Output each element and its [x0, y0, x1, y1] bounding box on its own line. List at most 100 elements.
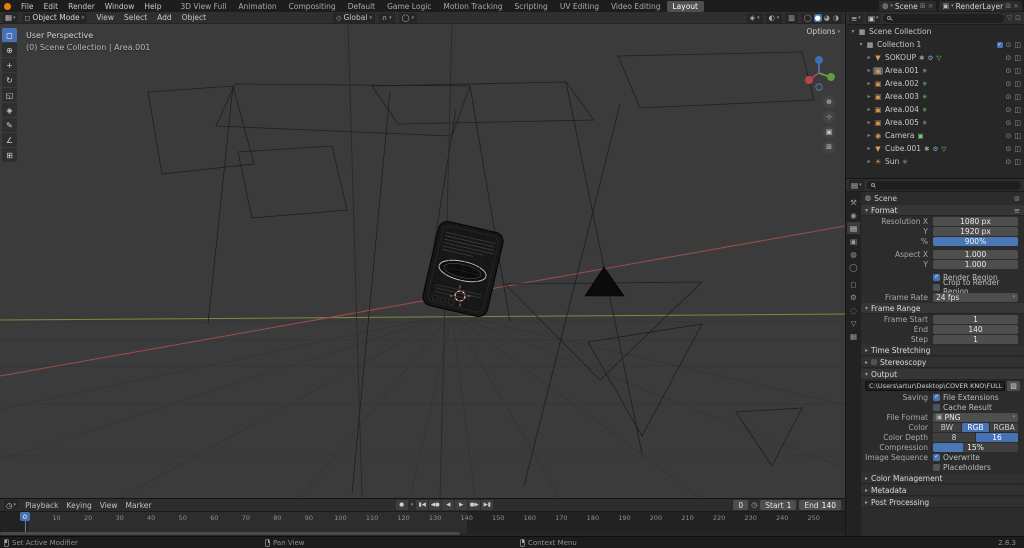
- workspace-tab[interactable]: Video Editing: [605, 1, 667, 12]
- checkbox[interactable]: [933, 464, 940, 471]
- perspective-toggle-icon[interactable]: ⊞: [823, 141, 835, 153]
- section-output[interactable]: ▾ Output: [861, 369, 1024, 380]
- render-toggle-icon[interactable]: ◫: [1014, 93, 1021, 101]
- outliner-item-collection-1[interactable]: ▾▦Collection 1✓⊙◫: [846, 38, 1024, 51]
- disclosure-icon[interactable]: ▸: [865, 67, 873, 74]
- exclude-checkbox[interactable]: ✓: [997, 42, 1003, 48]
- viewport-menu-item[interactable]: Add: [152, 13, 177, 22]
- scale-tool[interactable]: ◱: [2, 88, 17, 102]
- disclosure-icon[interactable]: ▸: [865, 54, 873, 61]
- render-toggle-icon[interactable]: ◫: [1014, 80, 1021, 88]
- timeline-menu-item[interactable]: Playback: [21, 501, 62, 510]
- z-axis-negative-handle[interactable]: [816, 84, 822, 90]
- orientation-dropdown[interactable]: ◇ Global ▾: [333, 13, 375, 23]
- disclosure-icon[interactable]: ▸: [865, 80, 873, 87]
- workspace-tab[interactable]: Motion Tracking: [437, 1, 508, 12]
- add-cube-tool[interactable]: ⊞: [2, 148, 17, 162]
- segment-option[interactable]: BW: [933, 423, 961, 432]
- collapsed-section[interactable]: ▸ Time Stretching: [861, 345, 1024, 356]
- overwrite-checkbox[interactable]: ✓ Overwrite: [933, 453, 1018, 462]
- x-axis-handle[interactable]: [805, 76, 813, 84]
- workspace-tab[interactable]: 3D View Full: [174, 1, 232, 12]
- close-icon[interactable]: ×: [1013, 2, 1019, 10]
- menu-item[interactable]: Help: [139, 2, 166, 11]
- workspace-tab[interactable]: Layout: [667, 1, 705, 12]
- timeline-scrollbar[interactable]: [0, 532, 460, 535]
- end-frame-field[interactable]: End 140: [799, 500, 841, 510]
- number-field[interactable]: 1920 px: [933, 227, 1018, 236]
- pan-icon[interactable]: ⊹: [823, 111, 835, 123]
- timeline-menu-item[interactable]: View: [96, 501, 122, 510]
- tab-modifiers[interactable]: ⚙: [847, 291, 860, 303]
- jump-to-start-button[interactable]: ▮◀: [416, 500, 428, 510]
- play-button[interactable]: ▶: [455, 500, 467, 510]
- timeline-menu-item[interactable]: Keying: [63, 501, 96, 510]
- outliner-item-camera[interactable]: ▸◉Camera▣⊙◫: [846, 129, 1024, 142]
- viewport-menu-item[interactable]: Select: [119, 13, 152, 22]
- pin-icon[interactable]: ⊚: [1014, 194, 1020, 203]
- outliner-item-area-003[interactable]: ▸▣Area.003✳⊙◫: [846, 90, 1024, 103]
- number-field[interactable]: 140: [933, 325, 1018, 334]
- menu-item[interactable]: File: [16, 2, 39, 11]
- options-dropdown[interactable]: Options ▾: [807, 27, 840, 36]
- render-toggle-icon[interactable]: ◫: [1014, 132, 1021, 140]
- render-toggle-icon[interactable]: ◫: [1014, 54, 1021, 62]
- tab-scene[interactable]: ◍: [847, 248, 860, 260]
- playhead-badge[interactable]: 0: [20, 512, 30, 521]
- eye-icon[interactable]: ⊙: [1006, 119, 1012, 127]
- collapsed-section[interactable]: ▸ Post Processing: [861, 497, 1024, 508]
- snapping-toggle[interactable]: ∩ ▾: [379, 13, 395, 23]
- tab-physics[interactable]: ◌: [847, 304, 860, 316]
- file-extensions-checkbox[interactable]: ✓ File Extensions: [933, 393, 1018, 402]
- blender-logo-icon[interactable]: [4, 3, 11, 10]
- checkbox[interactable]: ✓: [933, 394, 940, 401]
- editor-type-dropdown[interactable]: ▤ ▾: [849, 180, 864, 190]
- segment-option[interactable]: 16: [976, 433, 1018, 442]
- outliner-item-area-001[interactable]: ▸▣Area.001✳⊙◫: [846, 64, 1024, 77]
- workspace-tab[interactable]: Default: [342, 1, 381, 12]
- section-format[interactable]: ▾ Format ≡: [861, 205, 1024, 216]
- navigation-gizmo[interactable]: [802, 54, 838, 92]
- shading-solid[interactable]: ●: [814, 14, 822, 22]
- render-toggle-icon[interactable]: ◫: [1014, 158, 1021, 166]
- properties-search-input[interactable]: [867, 181, 1021, 190]
- file-format-dropdown[interactable]: ▣ PNG ▾: [933, 413, 1018, 422]
- checkbox[interactable]: [933, 284, 940, 291]
- menu-item[interactable]: Window: [100, 2, 140, 11]
- viewport-menu-item[interactable]: Object: [177, 13, 211, 22]
- gizmos-dropdown[interactable]: ◈ ▾: [747, 13, 763, 23]
- rotate-tool[interactable]: ↻: [2, 73, 17, 87]
- menu-item[interactable]: Edit: [39, 2, 64, 11]
- filter-icon[interactable]: ▽: [1007, 14, 1012, 22]
- number-field[interactable]: 1.000: [933, 250, 1018, 259]
- workspace-tab[interactable]: Game Logic: [381, 1, 437, 12]
- new-scene-icon[interactable]: ⊞: [920, 2, 926, 10]
- timeline-menu-item[interactable]: Marker: [122, 501, 156, 510]
- xray-toggle[interactable]: ▥: [785, 13, 798, 23]
- move-tool[interactable]: +: [2, 58, 17, 72]
- current-frame-field[interactable]: 0: [733, 500, 748, 510]
- segment-option[interactable]: 8: [933, 433, 975, 442]
- cover-object[interactable]: [421, 220, 505, 319]
- tab-object[interactable]: ◻: [847, 278, 860, 290]
- tab-texture[interactable]: ▦: [847, 330, 860, 342]
- folder-icon[interactable]: ▨: [1007, 381, 1020, 391]
- mode-dropdown[interactable]: ◻ Object Mode ▾: [22, 13, 88, 23]
- zoom-icon[interactable]: ⊕: [823, 96, 835, 108]
- number-field[interactable]: 1.000: [933, 260, 1018, 269]
- proportional-editing-toggle[interactable]: ◯ ▾: [399, 13, 417, 23]
- camera-view-icon[interactable]: ▣: [823, 126, 835, 138]
- tab-world[interactable]: ◯: [847, 261, 860, 273]
- outliner-item-sokoup[interactable]: ▸▼SOKOUP✱⚙▽⊙◫: [846, 51, 1024, 64]
- disclosure-icon[interactable]: ▸: [865, 158, 873, 165]
- eye-icon[interactable]: ⊙: [1006, 41, 1012, 49]
- editor-type-dropdown[interactable]: ▦ ▾: [3, 13, 18, 23]
- timeline-ruler[interactable]: 1020304050607080901001101201301401501601…: [0, 512, 845, 533]
- editor-type-dropdown[interactable]: ◷ ▾: [4, 500, 18, 510]
- render-toggle-icon[interactable]: ◫: [1014, 67, 1021, 75]
- y-axis-handle[interactable]: [827, 73, 835, 81]
- presets-icon[interactable]: ≡: [1014, 206, 1020, 215]
- workspace-tab[interactable]: Scripting: [508, 1, 553, 12]
- tab-object-data[interactable]: ▽: [847, 317, 860, 329]
- number-field[interactable]: 1: [933, 315, 1018, 324]
